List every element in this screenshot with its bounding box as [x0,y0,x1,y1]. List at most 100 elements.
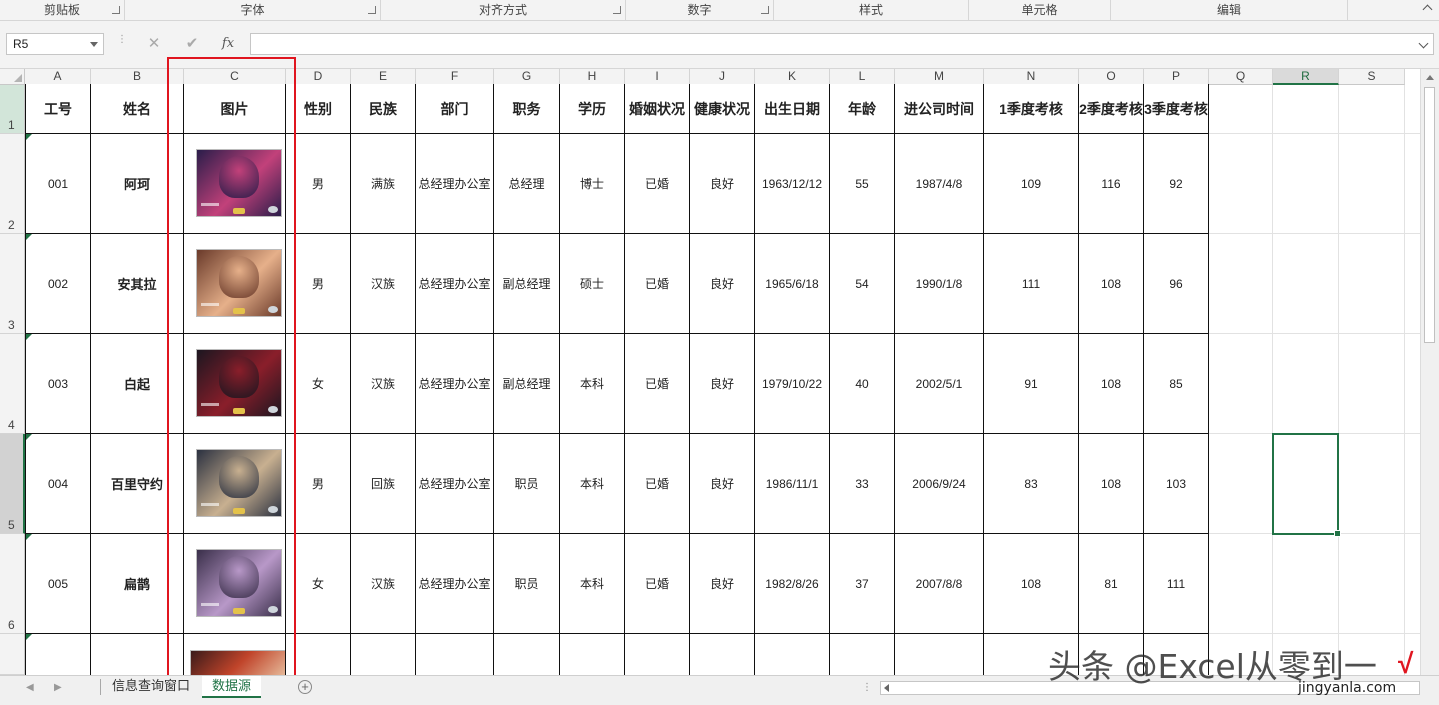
selected-cell-r5[interactable] [1272,433,1341,537]
column-header-n[interactable]: N [984,69,1079,85]
table-cell-edu[interactable]: 本科 [560,434,625,534]
chevron-down-icon[interactable] [90,42,98,47]
table-cell-partial[interactable] [690,634,755,675]
scroll-left-icon[interactable] [884,684,889,692]
table-cell-partial[interactable] [351,634,416,675]
table-cell-join[interactable]: 2002/5/1 [895,334,984,434]
table-cell-birth[interactable]: 1986/11/1 [755,434,830,534]
table-cell-ethnic[interactable]: 汉族 [351,234,416,334]
table-cell-dept[interactable]: 总经理办公室 [416,234,494,334]
table-cell-partial[interactable] [25,634,91,675]
dialog-launcher-icon[interactable] [761,6,769,14]
table-cell-dept[interactable]: 总经理办公室 [416,434,494,534]
table-cell-age[interactable]: 40 [830,334,895,434]
add-sheet-icon[interactable]: + [298,680,312,694]
splitter-handle-icon[interactable]: ⋮ [862,682,872,693]
name-box[interactable]: R5 [6,33,104,55]
table-cell-partial[interactable] [755,634,830,675]
table-cell-birth[interactable]: 1965/6/18 [755,234,830,334]
dialog-launcher-icon[interactable] [613,6,621,14]
table-header-cell[interactable]: 职务 [494,84,560,134]
table-cell-q2[interactable]: 108 [1079,234,1144,334]
table-cell-dept[interactable]: 总经理办公室 [416,534,494,634]
column-header-o[interactable]: O [1079,69,1144,85]
table-cell-partial[interactable] [494,634,560,675]
table-header-cell[interactable]: 工号 [25,84,91,134]
table-cell-q3[interactable]: 96 [1144,234,1209,334]
scroll-up-icon[interactable] [1426,75,1434,80]
vertical-scrollbar[interactable] [1420,69,1439,675]
tab-info-query[interactable]: 信息查询窗口 [102,676,200,698]
table-cell-id[interactable]: 003 [25,334,91,434]
table-header-cell[interactable]: 进公司时间 [895,84,984,134]
table-cell-q1[interactable]: 91 [984,334,1079,434]
drag-handle-icon[interactable]: ⋮ [117,35,127,51]
table-cell-birth[interactable]: 1979/10/22 [755,334,830,434]
row-header-4[interactable]: 4 [0,334,25,434]
column-header-q[interactable]: Q [1209,69,1273,85]
column-header-m[interactable]: M [895,69,984,85]
table-cell-partial[interactable] [560,634,625,675]
select-all-corner[interactable] [0,69,25,85]
table-cell-health[interactable]: 良好 [690,134,755,234]
table-cell-id[interactable]: 001 [25,134,91,234]
row-header-partial[interactable] [0,634,25,675]
table-cell-birth[interactable]: 1982/8/26 [755,534,830,634]
table-cell-edu[interactable]: 本科 [560,334,625,434]
table-cell-partial[interactable] [625,634,690,675]
vertical-scroll-thumb[interactable] [1424,87,1435,343]
column-header-e[interactable]: E [351,69,416,85]
table-header-cell[interactable]: 学历 [560,84,625,134]
table-cell-join[interactable]: 1990/1/8 [895,234,984,334]
column-header-l[interactable]: L [830,69,895,85]
table-cell-ethnic[interactable]: 回族 [351,434,416,534]
table-cell-edu[interactable]: 博士 [560,134,625,234]
table-header-cell[interactable]: 1季度考核 [984,84,1079,134]
table-header-cell[interactable]: 婚姻状况 [625,84,690,134]
column-header-s[interactable]: S [1339,69,1405,85]
table-cell-age[interactable]: 37 [830,534,895,634]
table-header-cell[interactable]: 3季度考核 [1144,84,1209,134]
table-cell-q3[interactable]: 85 [1144,334,1209,434]
table-cell-join[interactable]: 2007/8/8 [895,534,984,634]
table-cell-join[interactable]: 1987/4/8 [895,134,984,234]
table-cell-q2[interactable]: 116 [1079,134,1144,234]
row-header-2[interactable]: 2 [0,134,25,234]
table-cell-title[interactable]: 职员 [494,434,560,534]
column-header-f[interactable]: F [416,69,494,85]
table-cell-edu[interactable]: 本科 [560,534,625,634]
dialog-launcher-icon[interactable] [112,6,120,14]
dialog-launcher-icon[interactable] [368,6,376,14]
table-cell-q3[interactable]: 111 [1144,534,1209,634]
table-cell-marital[interactable]: 已婚 [625,534,690,634]
table-cell-age[interactable]: 54 [830,234,895,334]
table-header-cell[interactable]: 出生日期 [755,84,830,134]
table-cell-dept[interactable]: 总经理办公室 [416,134,494,234]
table-cell-q1[interactable]: 109 [984,134,1079,234]
row-header-5[interactable]: 5 [0,434,25,534]
table-cell-id[interactable]: 002 [25,234,91,334]
tab-data-source[interactable]: 数据源 [202,676,262,698]
table-cell-partial[interactable] [416,634,494,675]
table-cell-health[interactable]: 良好 [690,234,755,334]
table-cell-marital[interactable]: 已婚 [625,334,690,434]
enter-icon[interactable]: ✔ [179,33,205,55]
column-header-j[interactable]: J [690,69,755,85]
column-header-g[interactable]: G [494,69,560,85]
table-cell-q1[interactable]: 111 [984,234,1079,334]
column-header-a[interactable]: A [25,69,91,85]
row-header-6[interactable]: 6 [0,534,25,634]
column-header-r[interactable]: R [1273,69,1339,85]
formula-input[interactable] [250,33,1434,55]
row-header-1[interactable]: 1 [0,85,25,134]
next-sheet-icon[interactable]: ▶ [54,682,62,693]
table-cell-q3[interactable]: 92 [1144,134,1209,234]
column-header-k[interactable]: K [755,69,830,85]
table-cell-partial[interactable] [895,634,984,675]
table-cell-q1[interactable]: 108 [984,534,1079,634]
table-header-cell[interactable]: 健康状况 [690,84,755,134]
table-cell-marital[interactable]: 已婚 [625,234,690,334]
table-cell-ethnic[interactable]: 汉族 [351,534,416,634]
table-cell-age[interactable]: 55 [830,134,895,234]
cancel-icon[interactable]: ✕ [141,33,167,55]
